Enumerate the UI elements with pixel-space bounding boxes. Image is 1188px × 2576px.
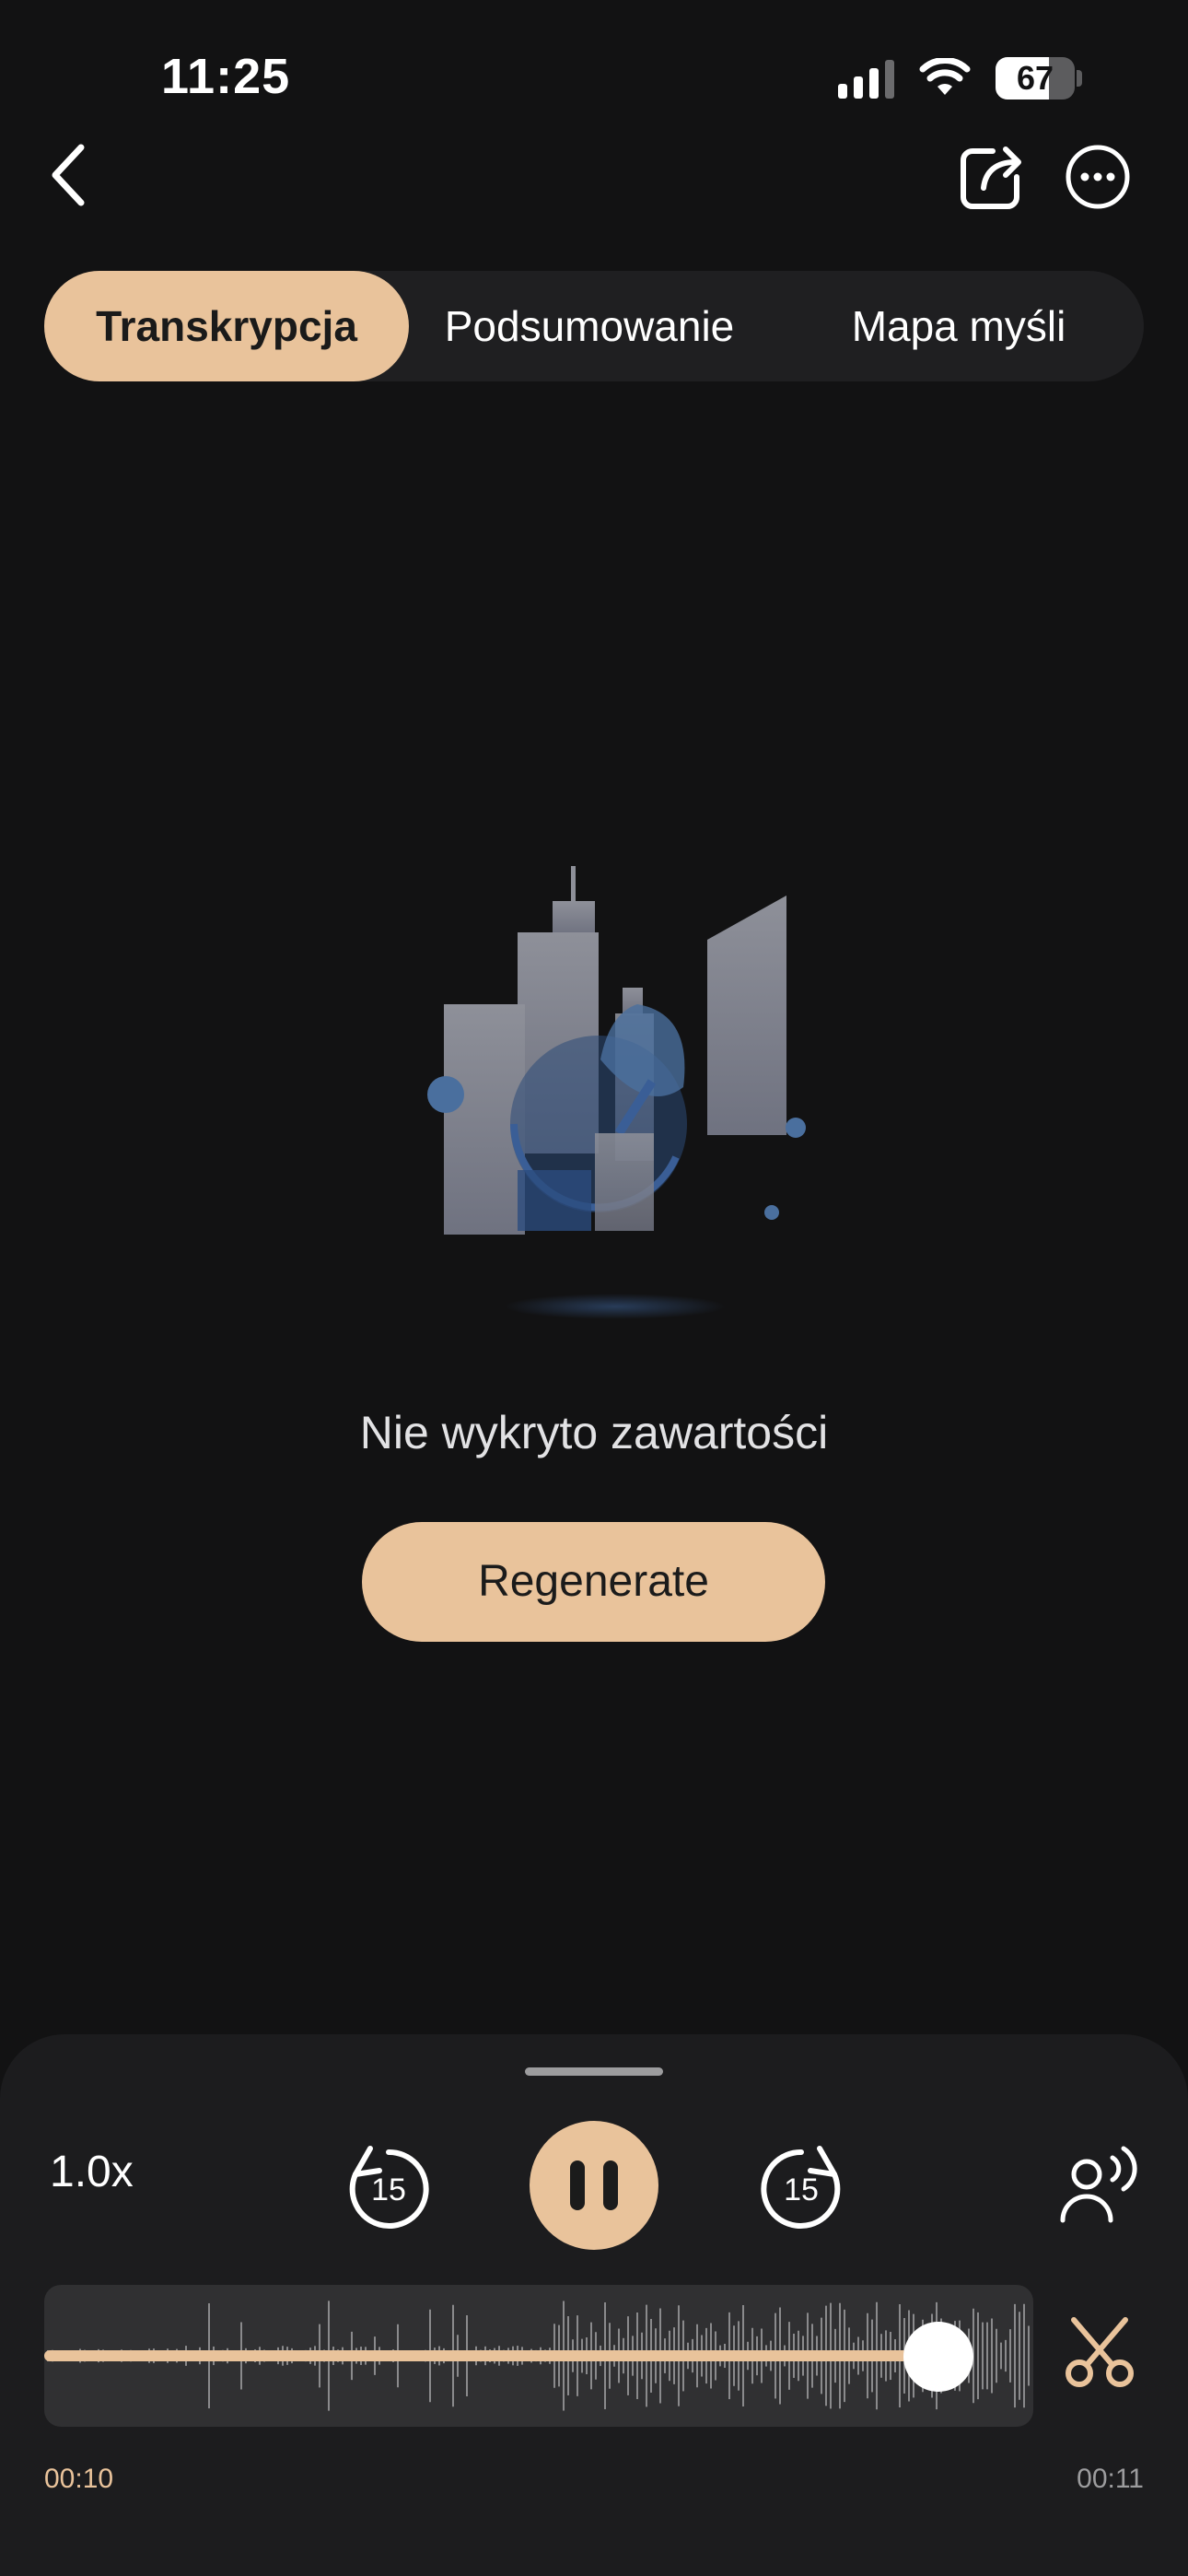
audio-player: 1.0x 15 15 00:10 00:11 xyxy=(0,2034,1188,2576)
city-satellite-illustration xyxy=(427,866,806,1319)
pause-icon-bar-right xyxy=(603,2160,618,2210)
tab-mapa-mysli[interactable]: Mapa myśli xyxy=(781,271,1136,381)
share-icon xyxy=(961,146,1021,209)
pause-icon-bar-left xyxy=(570,2160,585,2210)
back-chevron-icon xyxy=(52,144,85,206)
regenerate-button[interactable]: Regenerate xyxy=(362,1522,825,1642)
share-button[interactable] xyxy=(954,138,1028,216)
more-options-button[interactable] xyxy=(1063,142,1133,212)
skip-back-label: 15 xyxy=(371,2172,406,2207)
back-button[interactable] xyxy=(37,138,101,212)
tab-bar: Transkrypcja Podsumowanie Mapa myśli xyxy=(44,271,1144,381)
speaker-person-icon[interactable] xyxy=(1057,2137,1149,2230)
empty-state-message: Nie wykryto zawartości xyxy=(359,1407,829,1458)
battery-percent: 67 xyxy=(1016,59,1054,97)
tab-transkrypcja[interactable]: Transkrypcja xyxy=(44,271,409,381)
skip-forward-label: 15 xyxy=(784,2172,819,2207)
progress-bar xyxy=(44,2350,935,2361)
tab-podsumowanie[interactable]: Podsumowanie xyxy=(409,271,770,381)
recording-screen: 11:25 67 Transkrypcja Podsumowanie Mapa … xyxy=(0,0,1188,2576)
scissors-icon[interactable] xyxy=(1061,2314,1138,2392)
status-icons: 67 xyxy=(838,57,1082,100)
drag-handle[interactable] xyxy=(525,2067,663,2076)
cellular-signal-icon xyxy=(838,58,894,99)
forward-15-icon[interactable]: 15 xyxy=(755,2143,847,2235)
total-time: 00:11 xyxy=(1077,2464,1144,2494)
current-time: 00:10 xyxy=(44,2464,114,2494)
battery-icon: 67 xyxy=(996,57,1082,100)
wifi-icon xyxy=(919,58,971,95)
scrubber-knob[interactable] xyxy=(903,2322,973,2392)
rewind-15-icon[interactable]: 15 xyxy=(343,2143,435,2235)
pause-button[interactable] xyxy=(530,2121,658,2250)
status-time: 11:25 xyxy=(161,49,291,104)
playback-speed-button[interactable]: 1.0x xyxy=(50,2147,134,2197)
waveform-scrubber[interactable] xyxy=(44,2285,1033,2427)
more-icon xyxy=(1066,145,1130,209)
